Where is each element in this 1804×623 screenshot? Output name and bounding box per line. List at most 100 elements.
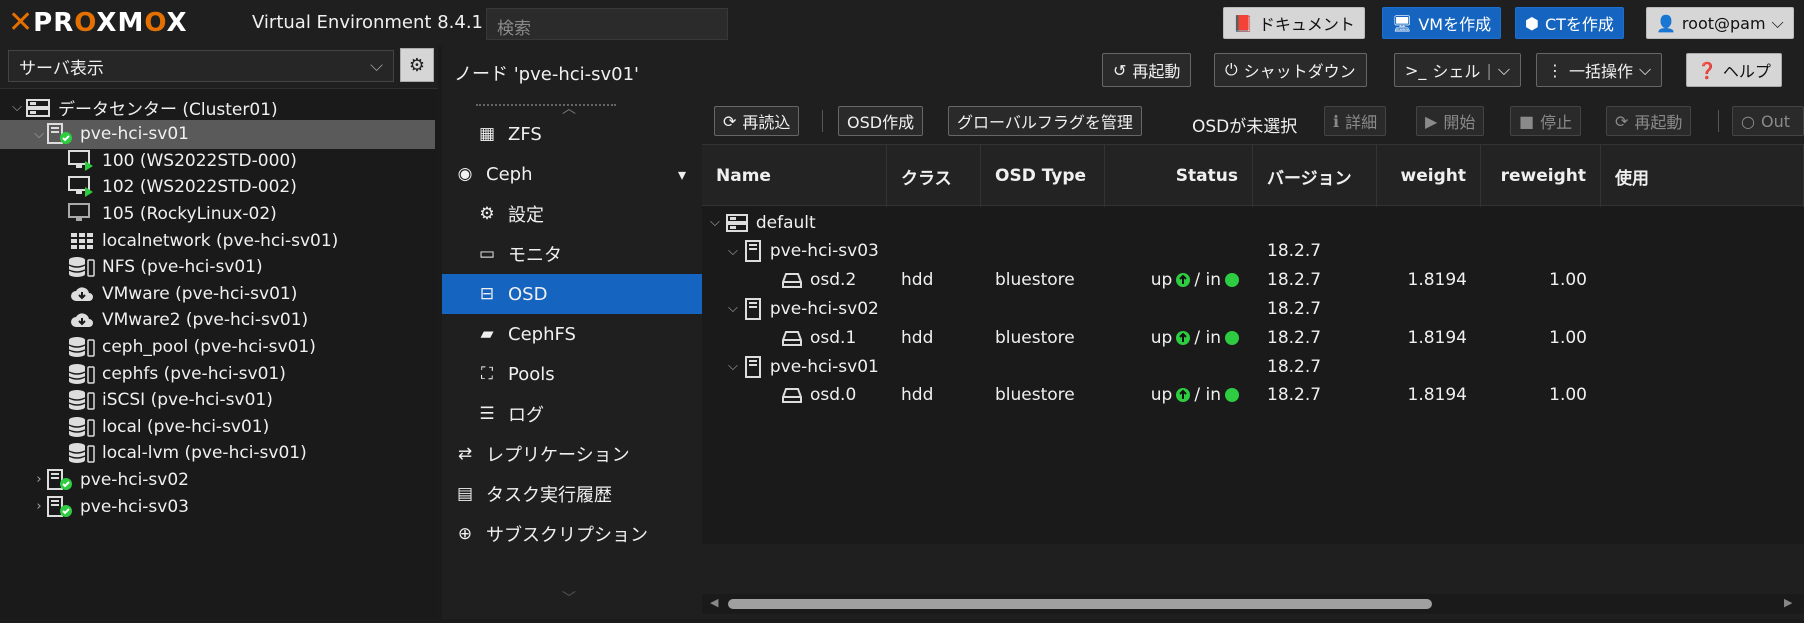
menu-item-レプリケーション[interactable]: ⇄ レプリケーション bbox=[442, 434, 702, 474]
proxmox-logo[interactable]: ✕ PROXMOX bbox=[8, 8, 188, 39]
status-cell: up / in bbox=[1119, 379, 1239, 412]
menu-item-タスク実行履歴[interactable]: ▤ タスク実行履歴 bbox=[442, 474, 702, 514]
column-header[interactable]: Name bbox=[702, 145, 887, 207]
chevron-down-icon: ⌵ bbox=[1771, 13, 1784, 32]
menu-item-label: ログ bbox=[508, 405, 544, 426]
column-header[interactable]: クラス bbox=[887, 145, 981, 207]
page-title: ノード 'pve-hci-sv01' bbox=[454, 64, 640, 85]
bulk-actions-button[interactable]: ⋮ 一括操作 ⌵ bbox=[1536, 53, 1663, 87]
view-selector[interactable]: サーバ表示 ⌵ bbox=[8, 50, 394, 82]
tree-item[interactable]: 102 (WS2022STD-002) bbox=[0, 173, 435, 202]
menu-item-label: Pools bbox=[508, 363, 555, 385]
tree-item[interactable]: › pve-hci-sv02 bbox=[0, 465, 435, 494]
cube-icon: ⬢ bbox=[1525, 13, 1539, 33]
version-label: Virtual Environment 8.4.1 bbox=[252, 12, 483, 33]
chevron-right-icon[interactable]: › bbox=[32, 499, 46, 514]
menu-item-zfs[interactable]: ▦ ZFS bbox=[442, 114, 702, 154]
column-header[interactable]: 使用 bbox=[1601, 145, 1804, 207]
search-input[interactable]: 検索 bbox=[486, 8, 728, 40]
caret-down-icon[interactable]: ▾ bbox=[678, 165, 686, 184]
reload-button[interactable]: ⟳ 再読込 bbox=[714, 106, 800, 136]
shutdown-button[interactable]: ⏻ シャットダウン bbox=[1214, 53, 1367, 87]
arrow-up-circle-icon bbox=[1176, 273, 1191, 288]
tree-item[interactable]: › pve-hci-sv03 bbox=[0, 492, 435, 521]
column-header[interactable]: OSD Type bbox=[981, 145, 1105, 207]
menu-item-設定[interactable]: ⚙ 設定 bbox=[442, 194, 702, 234]
menu-item-osd[interactable]: ⊟ OSD bbox=[442, 274, 702, 314]
out-button[interactable]: ○ Out bbox=[1732, 106, 1804, 136]
details-button[interactable]: ℹ 詳細 bbox=[1324, 106, 1387, 136]
tree-item[interactable]: ceph_pool (pve-hci-sv01) bbox=[0, 332, 435, 361]
scroll-down-icon[interactable]: ﹀ bbox=[562, 588, 576, 608]
osd-toolbar: ⟳ 再読込 OSD作成 グローバルフラグを管理 OSDが未選択 ℹ 詳細 ▶ 開始 ■… bbox=[702, 98, 1804, 144]
tree-item-label: local (pve-hci-sv01) bbox=[102, 416, 270, 437]
help-button[interactable]: ❓ ヘルプ bbox=[1686, 53, 1782, 87]
tree-item[interactable]: 105 (RockyLinux-02) bbox=[0, 199, 435, 228]
reboot-button[interactable]: ↺ 再起動 bbox=[1102, 53, 1192, 87]
storage-icon bbox=[68, 336, 96, 358]
circle-icon: ○ bbox=[1741, 111, 1755, 131]
create-ct-button[interactable]: ⬢ CTを作成 bbox=[1515, 7, 1624, 39]
status-dot-icon bbox=[1225, 330, 1239, 345]
menu-item-label: 設定 bbox=[508, 205, 544, 226]
chevron-down-icon[interactable]: ⌵ bbox=[10, 100, 24, 115]
tree-item[interactable]: local-lvm (pve-hci-sv01) bbox=[0, 439, 435, 468]
user-menu-button[interactable]: 👤 root@pam ⌵ bbox=[1646, 7, 1794, 39]
power-icon: ⏻ bbox=[1225, 60, 1238, 79]
column-header[interactable]: reweight bbox=[1481, 145, 1601, 207]
tree-item[interactable]: localnetwork (pve-hci-sv01) bbox=[0, 226, 435, 255]
column-header[interactable]: Status bbox=[1105, 145, 1253, 207]
menu-item-pools[interactable]: ⛶ Pools bbox=[442, 354, 702, 394]
scroll-left-icon[interactable]: ◀ bbox=[710, 596, 718, 609]
menu-item-ceph[interactable]: ◉ Ceph ▾ bbox=[442, 154, 702, 194]
menu-item-サブスクリプション[interactable]: ⊕ サブスクリプション bbox=[442, 514, 702, 554]
chevron-down-icon[interactable]: ⌵ bbox=[710, 215, 720, 230]
tree-item[interactable]: ⌵ データセンター (Cluster01) bbox=[0, 93, 435, 122]
chevron-right-icon[interactable]: › bbox=[32, 472, 46, 487]
scrollbar-thumb[interactable] bbox=[728, 599, 1432, 609]
restart-button[interactable]: ⟳ 再起動 bbox=[1606, 106, 1692, 136]
node-header: ノード 'pve-hci-sv01' ↺ 再起動 ⏻ シャットダウン >_ シェル | ⌵… bbox=[442, 46, 1804, 98]
chevron-down-icon[interactable]: ⌵ bbox=[728, 359, 738, 374]
gear-icon[interactable]: ⚙ bbox=[400, 48, 434, 82]
tree-item[interactable]: ⌵ pve-hci-sv01 bbox=[0, 119, 435, 149]
tree-item[interactable]: local (pve-hci-sv01) bbox=[0, 412, 435, 441]
tree-item[interactable]: cephfs (pve-hci-sv01) bbox=[0, 359, 435, 388]
tree-item-label: VMware (pve-hci-sv01) bbox=[102, 283, 298, 304]
name-cell: osd.0 bbox=[746, 379, 856, 412]
menu-item-ログ[interactable]: ☰ ログ bbox=[442, 394, 702, 434]
menu-item-cephfs[interactable]: ▰ CephFS bbox=[442, 314, 702, 354]
tree-item[interactable]: VMware2 (pve-hci-sv01) bbox=[0, 306, 435, 335]
scroll-right-icon[interactable]: ▶ bbox=[1784, 596, 1792, 609]
manage-global-flags-button[interactable]: グローバルフラグを管理 bbox=[948, 106, 1142, 136]
column-header[interactable]: バージョン bbox=[1253, 145, 1377, 207]
column-header[interactable]: weight bbox=[1377, 145, 1481, 207]
tree-item[interactable]: VMware (pve-hci-sv01) bbox=[0, 279, 435, 308]
resource-tree-panel: サーバ表示 ⌵ ⚙ ⌵ データセンター (Cluster01) ⌵ pve-hci-sv… bbox=[0, 46, 438, 619]
stop-icon: ■ bbox=[1519, 111, 1535, 131]
chevron-down-icon[interactable]: ⌵ bbox=[728, 244, 738, 259]
chevron-down-icon[interactable]: ⌵ bbox=[32, 127, 46, 142]
documentation-button[interactable]: 📕 ドキュメント bbox=[1223, 7, 1365, 39]
status-in-label: / in bbox=[1194, 270, 1221, 291]
osd-row[interactable]: osd.0 hdd bluestore 18.2.7 1.8194 1.00 up / in bbox=[702, 379, 1804, 412]
osd-panel: ⟳ 再読込 OSD作成 グローバルフラグを管理 OSDが未選択 ℹ 詳細 ▶ 開始 ■… bbox=[702, 98, 1804, 619]
chevron-down-icon[interactable]: ⌵ bbox=[728, 301, 738, 316]
top-bar: ✕ PROXMOX Virtual Environment 8.4.1 検索 📕 ド… bbox=[0, 0, 1804, 46]
tree-item[interactable]: NFS (pve-hci-sv01) bbox=[0, 253, 435, 282]
tree-item[interactable]: 100 (WS2022STD-000) bbox=[0, 146, 435, 175]
tree-item-label: VMware2 (pve-hci-sv01) bbox=[102, 310, 309, 331]
stop-button[interactable]: ■ 停止 bbox=[1510, 106, 1582, 136]
horizontal-scrollbar[interactable]: ◀ ▶ bbox=[702, 594, 1804, 614]
tree-item[interactable]: iSCSI (pve-hci-sv01) bbox=[0, 386, 435, 415]
start-button[interactable]: ▶ 開始 bbox=[1416, 106, 1485, 136]
folder-icon: ▰ bbox=[480, 324, 494, 344]
shell-button[interactable]: >_ シェル | ⌵ bbox=[1394, 53, 1521, 87]
refresh-icon: ⟳ bbox=[1615, 111, 1629, 131]
status-up-label: up bbox=[1150, 270, 1173, 291]
arrow-up-circle-icon bbox=[1176, 388, 1191, 403]
create-osd-button[interactable]: OSD作成 bbox=[838, 106, 924, 136]
menu-item-モニタ[interactable]: ▭ モニタ bbox=[442, 234, 702, 274]
create-vm-button[interactable]: 🖥 VMを作成 bbox=[1382, 7, 1502, 39]
row-name: pve-hci-sv01 bbox=[769, 356, 879, 377]
